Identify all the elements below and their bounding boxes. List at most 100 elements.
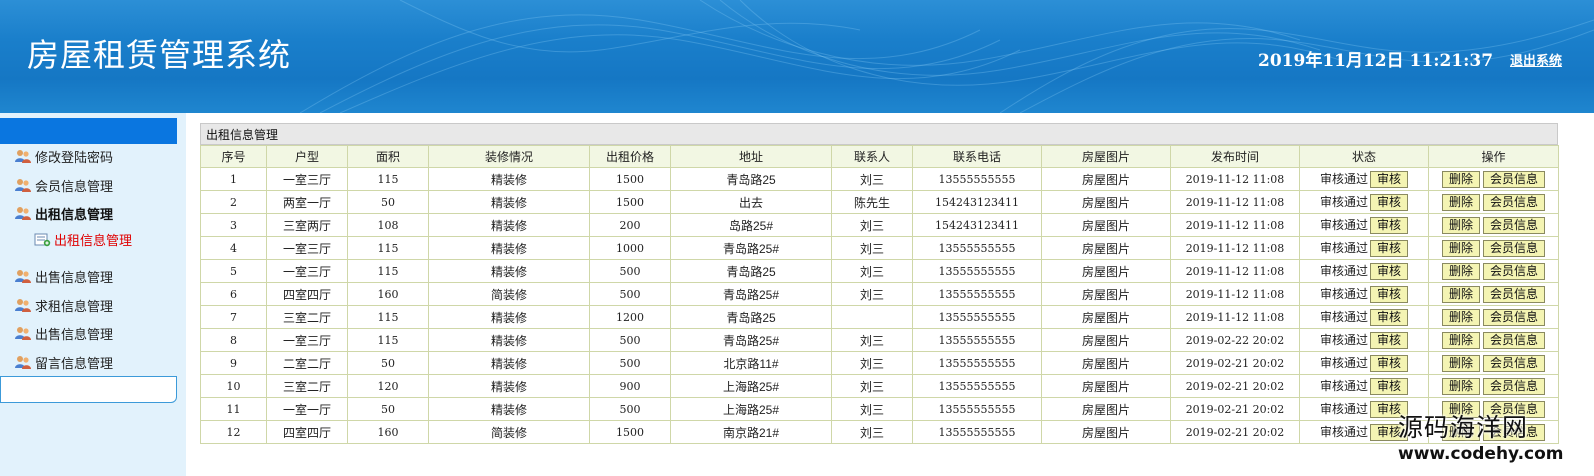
member-info-button[interactable]: 会员信息 <box>1483 377 1546 395</box>
cell-time: 2019-02-21 20:02 <box>1170 351 1300 375</box>
sidebar-item-label: 留言信息管理 <box>35 355 114 371</box>
member-info-button[interactable]: 会员信息 <box>1483 354 1546 372</box>
cell-decor: 精装修 <box>428 328 590 352</box>
status-text: 审核通过 <box>1319 264 1368 278</box>
cell-photo[interactable]: 房屋图片 <box>1041 167 1171 191</box>
review-button[interactable]: 审核 <box>1370 378 1409 395</box>
cell-phone: 13555555555 <box>912 236 1042 260</box>
delete-button[interactable]: 删除 <box>1441 285 1480 303</box>
member-info-button[interactable]: 会员信息 <box>1483 262 1546 280</box>
status-text: 审核通过 <box>1319 287 1368 301</box>
review-button[interactable]: 审核 <box>1370 309 1409 326</box>
cell-actions: 删除 会员信息 <box>1428 259 1559 283</box>
table-row: 6 四室四厅 160 简装修 500 青岛路25# 刘三 13555555555 房屋图片 201… <box>200 282 1559 306</box>
review-button[interactable]: 审核 <box>1370 171 1409 188</box>
review-button[interactable]: 审核 <box>1370 263 1409 280</box>
member-info-button[interactable]: 会员信息 <box>1483 239 1546 257</box>
cell-phone: 154243123411 <box>912 213 1042 237</box>
delete-button[interactable]: 删除 <box>1441 239 1480 257</box>
column-header: 发布时间 <box>1170 145 1300 168</box>
delete-button[interactable]: 删除 <box>1441 354 1480 372</box>
cell-photo[interactable]: 房屋图片 <box>1041 213 1171 237</box>
member-info-button[interactable]: 会员信息 <box>1483 193 1546 211</box>
cell-photo[interactable]: 房屋图片 <box>1041 282 1171 306</box>
cell-price: 900 <box>589 374 671 398</box>
delete-button[interactable]: 删除 <box>1441 170 1480 188</box>
status-text: 审核通过 <box>1319 172 1368 186</box>
sidebar-item-message-info[interactable]: 留言信息管理 <box>14 351 113 373</box>
panel-title: 出租信息管理 <box>200 123 1558 145</box>
rental-table: 序号 户型 面积 装修情况 出租价格 地址 联系人 联系电话 房屋图片 发布时间… <box>200 145 1559 444</box>
cell-photo[interactable]: 房屋图片 <box>1041 259 1171 283</box>
cell-price: 1500 <box>589 190 671 214</box>
review-button[interactable]: 审核 <box>1370 332 1409 349</box>
review-button[interactable]: 审核 <box>1370 286 1409 303</box>
status-text: 审核通过 <box>1319 195 1368 209</box>
sidebar-item-sale-info-2[interactable]: 出售信息管理 <box>14 322 113 344</box>
cell-photo[interactable]: 房屋图片 <box>1041 397 1171 421</box>
cell-contact: 陈先生 <box>831 190 913 214</box>
cell-id: 10 <box>200 374 267 398</box>
cell-photo[interactable]: 房屋图片 <box>1041 236 1171 260</box>
table-row: 3 三室两厅 108 精装修 200 岛路25# 刘三 154243123411 房屋图片 201… <box>200 213 1559 237</box>
sidebar-item-wanted-rental-info[interactable]: 求租信息管理 <box>14 294 113 316</box>
cell-actions: 删除 会员信息 <box>1428 167 1559 191</box>
cell-price: 500 <box>589 282 671 306</box>
status-text: 审核通过 <box>1319 379 1368 393</box>
column-header: 地址 <box>670 145 832 168</box>
cell-id: 1 <box>200 167 267 191</box>
review-button[interactable]: 审核 <box>1370 194 1409 211</box>
delete-button[interactable]: 删除 <box>1441 331 1480 349</box>
cell-photo[interactable]: 房屋图片 <box>1041 374 1171 398</box>
watermark-url: www.codehy.com <box>1398 444 1564 464</box>
datetime-display: 2019年11月12日 11:21:37 <box>1258 51 1494 71</box>
cell-type: 一室一厅 <box>266 397 348 421</box>
cell-id: 2 <box>200 190 267 214</box>
cell-area: 108 <box>347 213 429 237</box>
sidebar-item-label: 求租信息管理 <box>35 298 114 314</box>
cell-decor: 精装修 <box>428 305 590 329</box>
sidebar-item-label: 出售信息管理 <box>35 326 114 342</box>
member-info-button[interactable]: 会员信息 <box>1483 308 1546 326</box>
sidebar-subitem-rental-info[interactable]: 出租信息管理 <box>34 228 132 250</box>
cell-price: 1500 <box>589 420 671 444</box>
review-button[interactable]: 审核 <box>1370 240 1409 257</box>
review-button[interactable]: 审核 <box>1370 217 1409 234</box>
sidebar-item-label: 出租信息管理 <box>35 206 114 222</box>
cell-status: 审核通过 审核 <box>1299 351 1429 375</box>
delete-button[interactable]: 删除 <box>1441 308 1480 326</box>
cell-area: 50 <box>347 351 429 375</box>
sidebar-item-member-info[interactable]: 会员信息管理 <box>14 174 113 196</box>
cell-type: 三室两厅 <box>266 213 348 237</box>
cell-photo[interactable]: 房屋图片 <box>1041 190 1171 214</box>
column-header: 出租价格 <box>589 145 671 168</box>
cell-phone: 13555555555 <box>912 328 1042 352</box>
cell-price: 1200 <box>589 305 671 329</box>
sidebar-footer-box <box>0 376 177 403</box>
cell-photo[interactable]: 房屋图片 <box>1041 420 1171 444</box>
column-header: 联系电话 <box>912 145 1042 168</box>
cell-photo[interactable]: 房屋图片 <box>1041 351 1171 375</box>
sidebar-item-rental-info[interactable]: 出租信息管理 <box>14 202 113 224</box>
sidebar-item-change-password[interactable]: 修改登陆密码 <box>14 145 113 167</box>
cell-decor: 精装修 <box>428 167 590 191</box>
member-info-button[interactable]: 会员信息 <box>1483 216 1546 234</box>
delete-button[interactable]: 删除 <box>1441 262 1480 280</box>
watermark-text: 源码海洋网 <box>1398 414 1529 442</box>
cell-actions: 删除 会员信息 <box>1428 190 1559 214</box>
member-info-button[interactable]: 会员信息 <box>1483 285 1546 303</box>
cell-price: 200 <box>589 213 671 237</box>
cell-photo[interactable]: 房屋图片 <box>1041 305 1171 329</box>
logout-link[interactable]: 退出系统 <box>1510 50 1562 69</box>
member-info-button[interactable]: 会员信息 <box>1483 331 1546 349</box>
cell-actions: 删除 会员信息 <box>1428 213 1559 237</box>
delete-button[interactable]: 删除 <box>1441 216 1480 234</box>
sidebar-subitem-label: 出租信息管理 <box>54 232 133 248</box>
table-row: 9 二室二厅 50 精装修 500 北京路11# 刘三 13555555555 房屋图片 2019… <box>200 351 1559 375</box>
sidebar-item-sale-info[interactable]: 出售信息管理 <box>14 265 113 287</box>
delete-button[interactable]: 删除 <box>1441 193 1480 211</box>
delete-button[interactable]: 删除 <box>1441 377 1480 395</box>
member-info-button[interactable]: 会员信息 <box>1483 170 1546 188</box>
review-button[interactable]: 审核 <box>1370 355 1409 372</box>
cell-photo[interactable]: 房屋图片 <box>1041 328 1171 352</box>
